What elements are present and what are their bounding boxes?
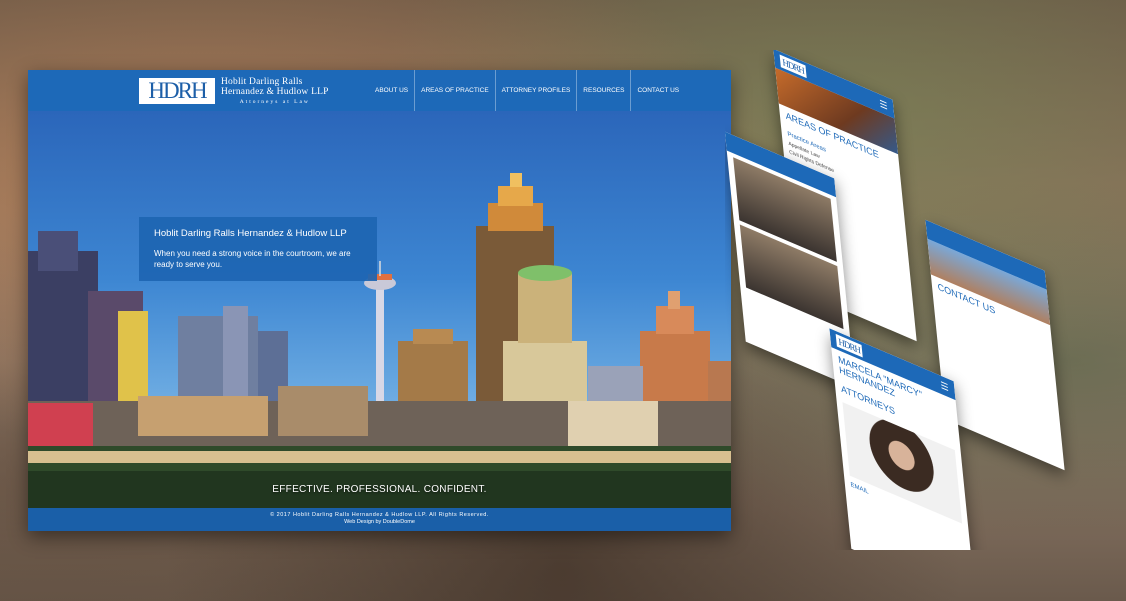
intro-title: Hoblit Darling Ralls Hernandez & Hudlow … xyxy=(154,228,347,239)
hamburger-menu-icon[interactable]: ☰ xyxy=(879,98,888,113)
logo-name-line2: Hernandez & Hudlow LLP xyxy=(221,87,329,97)
hamburger-menu-icon[interactable]: ☰ xyxy=(940,379,949,394)
nav-attorney-profiles[interactable]: ATTORNEY PROFILES xyxy=(494,70,577,111)
footer-copyright: © 2017 Hoblit Darling Ralls Hernandez & … xyxy=(270,512,489,518)
logo-mark: HDRH xyxy=(139,78,215,104)
desktop-site-mockup: HDRH Hoblit Darling Ralls Hernandez & Hu… xyxy=(28,70,731,531)
intro-subtitle: When you need a strong voice in the cour… xyxy=(154,249,351,269)
city-skyline-image xyxy=(28,173,731,531)
intro-panel: Hoblit Darling Ralls Hernandez & Hudlow … xyxy=(139,217,377,281)
main-nav: ABOUT US AREAS OF PRACTICE ATTORNEY PROF… xyxy=(369,70,685,111)
nav-areas-of-practice[interactable]: AREAS OF PRACTICE xyxy=(414,70,495,111)
site-header: HDRH Hoblit Darling Ralls Hernandez & Hu… xyxy=(28,70,731,111)
hero-banner: Hoblit Darling Ralls Hernandez & Hudlow … xyxy=(28,111,731,531)
logo-name-line1: Hoblit Darling Ralls xyxy=(221,77,303,87)
logo-wordmark: Hoblit Darling Ralls Hernandez & Hudlow … xyxy=(221,77,329,105)
mobile-mockups: HDRH ☰ AREAS OF PRACTICE Practice Areas … xyxy=(725,50,1126,550)
nav-about-us[interactable]: ABOUT US xyxy=(369,70,414,111)
nav-resources[interactable]: RESOURCES xyxy=(576,70,630,111)
footer-credit[interactable]: Web Design by DoubleDome xyxy=(28,519,731,526)
logo-name-line3: Attorneys at Law xyxy=(239,99,310,105)
firm-logo[interactable]: HDRH Hoblit Darling Ralls Hernandez & Hu… xyxy=(139,77,329,105)
hero-tagline: EFFECTIVE. PROFESSIONAL. CONFIDENT. xyxy=(272,484,487,495)
site-footer: © 2017 Hoblit Darling Ralls Hernandez & … xyxy=(28,508,731,531)
nav-contact-us[interactable]: CONTACT US xyxy=(630,70,685,111)
